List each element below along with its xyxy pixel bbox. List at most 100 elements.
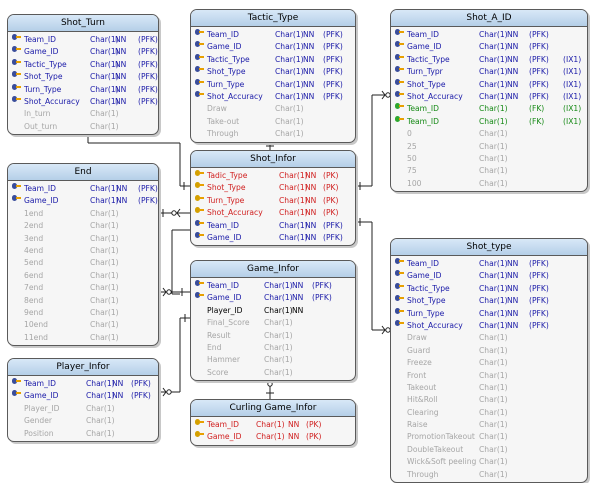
attribute-row[interactable]: Shot_Accuracy Char(1) NN (PK) — [191, 207, 355, 219]
attribute-row[interactable]: In_turn Char(1) — [8, 108, 158, 120]
attribute-row[interactable]: Turn_Typr Char(1) NN (PFK) (IX1) — [391, 66, 587, 78]
attribute-row[interactable]: Turn_Type Char(1) NN (PK) — [191, 194, 355, 207]
attribute-row[interactable]: Team_ID Char(1) NN (PFK) — [8, 183, 158, 195]
attribute-row[interactable]: Shot_Type Char(1) NN (PFK) — [391, 295, 587, 307]
attribute-row[interactable]: Shot_Type Char(1) NN (PK) — [191, 182, 355, 194]
attribute-row[interactable]: Game_ID Char(1) NN (PFK) — [191, 41, 355, 53]
key-icon — [12, 378, 21, 384]
attribute-row[interactable]: Take-out Char(1) — [191, 116, 355, 128]
attribute-row[interactable]: Game_ID Char(1) NN (PFK) — [8, 46, 158, 58]
attribute-row[interactable]: Shot_Accuracy Char(1) NN (PFK) — [8, 95, 158, 108]
attribute-row[interactable]: Draw Char(1) — [191, 103, 355, 115]
attribute-row[interactable]: Shot_Type Char(1) NN (PFK) — [8, 71, 158, 83]
attribute-row[interactable]: 75 Char(1) — [391, 165, 587, 177]
attribute-row[interactable]: 2end Char(1) — [8, 220, 158, 232]
attribute-row[interactable]: 3end Char(1) — [8, 233, 158, 245]
entity-end[interactable]: End Team_ID Char(1) NN (PFK) Game_ID Char(1) NN… — [7, 163, 159, 347]
entity-shot-turn[interactable]: Shot_Turn Team_ID Char(1) NN (PFK) Game_ID Cha… — [7, 14, 159, 136]
attribute-row[interactable]: 1end Char(1) — [8, 208, 158, 220]
attribute-row[interactable]: Shot_Type Char(1) NN (PFK) (IX1) — [391, 78, 587, 91]
attribute-row[interactable]: DoubleTakeout Char(1) — [391, 444, 587, 456]
entity-curling-game-infor[interactable]: Curling Game_Infor Team_ID Char(1) NN (PK) Ga… — [190, 399, 356, 446]
attribute-row[interactable]: Shot_Accuracy Char(1) NN (PFK) — [191, 90, 355, 103]
attribute-row[interactable]: Team_ID Char(1) (FK) (IX1) — [391, 115, 587, 128]
attribute-row[interactable]: 7end Char(1) — [8, 282, 158, 294]
attribute-row[interactable]: PromotionTakeout Char(1) — [391, 431, 587, 443]
attribute-row[interactable]: End Char(1) — [191, 342, 355, 354]
attribute-row[interactable]: Team_ID Char(1) (FK) (IX1) — [391, 103, 587, 115]
attribute-row[interactable]: Team_ID Char(1) NN (PFK) — [191, 280, 355, 292]
attribute-row[interactable]: Score Char(1) — [191, 367, 355, 379]
attribute-row[interactable]: Team_ID Char(1) NN (PFK) — [8, 34, 158, 46]
attribute-row[interactable]: 25 Char(1) — [391, 141, 587, 153]
attribute-row[interactable]: Gender Char(1) — [8, 415, 158, 427]
attribute-row[interactable]: Through Char(1) — [391, 469, 587, 481]
attribute-row[interactable]: Game_ID Char(1) NN (PFK) — [391, 270, 587, 282]
entity-tactic-type[interactable]: Tactic_Type Team_ID Char(1) NN (PFK) Game_ID C… — [190, 9, 356, 143]
attribute-row[interactable]: Hit&Roll Char(1) — [391, 394, 587, 406]
attribute-row[interactable]: Guard Char(1) — [391, 345, 587, 357]
attribute-row[interactable]: 50 Char(1) — [391, 153, 587, 165]
attribute-row[interactable]: Turn_Type Char(1) NN (PFK) — [8, 83, 158, 96]
attribute-row[interactable]: 8end Char(1) — [8, 295, 158, 307]
attribute-row[interactable]: Through Char(1) — [191, 128, 355, 140]
attribute-row[interactable]: Takeout Char(1) — [391, 382, 587, 394]
attribute-row[interactable]: 5end Char(1) — [8, 257, 158, 269]
attribute-row[interactable]: Clearing Char(1) — [391, 407, 587, 419]
attribute-row[interactable]: Raise Char(1) — [391, 419, 587, 431]
attribute-row[interactable]: 4end Char(1) — [8, 245, 158, 257]
attribute-row[interactable]: Shot_Type Char(1) NN (PFK) — [191, 66, 355, 78]
attribute-row[interactable]: Final_Score Char(1) — [191, 317, 355, 329]
attribute-row[interactable]: 9end Char(1) — [8, 307, 158, 319]
entity-shot-type[interactable]: Shot_type Team_ID Char(1) NN (PFK) Game_ID Cha… — [390, 238, 588, 483]
key-icon — [195, 292, 204, 299]
attribute-row[interactable]: Result Char(1) — [191, 330, 355, 342]
entity-shot-infor[interactable]: Shot_Infor Tadic_Type Char(1) NN (PK) Shot_Ty… — [190, 150, 356, 247]
attribute-row[interactable]: Player_ID Char(1) — [8, 403, 158, 415]
attribute-row[interactable]: 100 Char(1) — [391, 178, 587, 190]
attribute-name: Shot_Accuracy — [407, 91, 463, 101]
attribute-row[interactable]: Game_ID Char(1) NN (PFK) — [191, 292, 355, 304]
attribute-row[interactable]: Game_ID Char(1) NN (PK) — [191, 431, 355, 443]
attribute-row[interactable]: Turn_Type Char(1) NN (PFK) — [191, 78, 355, 91]
attribute-row[interactable]: Team_ID Char(1) NN (PFK) — [191, 219, 355, 232]
attribute-row[interactable]: Tadic_Type Char(1) NN (PK) — [191, 170, 355, 182]
attribute-row[interactable]: 11end Char(1) — [8, 332, 158, 344]
attribute-row[interactable]: Out_turn Char(1) — [8, 121, 158, 133]
attribute-name: 0 — [407, 129, 412, 139]
attribute-type: Char(1) — [275, 116, 304, 126]
key-icon — [195, 219, 204, 226]
attribute-row[interactable]: Shot_Accuracy Char(1) NN (PFK) — [391, 319, 587, 332]
attribute-row[interactable]: Hammer Char(1) — [191, 354, 355, 366]
attribute-row[interactable]: Team_ID Char(1) NN (PFK) — [191, 29, 355, 41]
attribute-row[interactable]: Position Char(1) — [8, 428, 158, 440]
attribute-row[interactable]: Team_ID Char(1) NN (PFK) — [8, 378, 158, 390]
attribute-row[interactable]: Game_ID Char(1) NN (PFK) — [8, 195, 158, 207]
attribute-row[interactable]: Team_ID Char(1) NN (PFK) — [391, 29, 587, 41]
entity-player-infor[interactable]: Player_Infor Team_ID Char(1) NN (PFK) Game_ID… — [7, 358, 159, 442]
attribute-row[interactable]: Game_ID Char(1) NN (PFK) — [191, 231, 355, 244]
entity-shot-a-id[interactable]: Shot_A_ID Team_ID Char(1) NN (PFK) Game_ID Cha… — [390, 9, 588, 193]
attribute-row[interactable]: Player_ID Char(1) NN — [191, 305, 355, 317]
attribute-row[interactable]: 10end Char(1) — [8, 319, 158, 331]
attribute-row[interactable]: Team_ID Char(1) NN (PK) — [191, 419, 355, 431]
attribute-row[interactable]: Freeze Char(1) — [391, 357, 587, 369]
attribute-row[interactable]: Shot_Accuracy Char(1) NN (PFK) (IX1) — [391, 90, 587, 103]
attribute-nullability: NN — [303, 30, 315, 39]
attribute-row[interactable]: Game_ID Char(1) NN (PFK) — [391, 41, 587, 53]
attribute-row[interactable]: Tactic_Type Char(1) NN (PFK) — [8, 58, 158, 71]
attribute-row[interactable]: Wick&Soft peeling Char(1) — [391, 456, 587, 468]
attribute-row[interactable]: Draw Char(1) — [391, 332, 587, 344]
attribute-row[interactable]: Tactic_Type Char(1) NN (PFK) — [191, 53, 355, 66]
attribute-row[interactable]: Tactic_Type Char(1) NN (PFK) — [391, 282, 587, 295]
attribute-name: 11end — [24, 332, 48, 342]
attribute-row[interactable]: 6end Char(1) — [8, 270, 158, 282]
attribute-row[interactable]: Game_ID Char(1) NN (PFK) — [8, 390, 158, 402]
entity-title: Shot_Turn — [8, 15, 158, 32]
attribute-row[interactable]: Team_ID Char(1) NN (PFK) — [391, 258, 587, 270]
attribute-row[interactable]: Turn_Type Char(1) NN (PFK) — [391, 307, 587, 320]
entity-game-infor[interactable]: Game_Infor Team_ID Char(1) NN (PFK) Game_ID Ch… — [190, 260, 356, 382]
attribute-row[interactable]: Front Char(1) — [391, 370, 587, 382]
attribute-row[interactable]: 0 Char(1) — [391, 128, 587, 140]
attribute-row[interactable]: Tactic_Type Char(1) NN (PFK) (IX1) — [391, 53, 587, 66]
